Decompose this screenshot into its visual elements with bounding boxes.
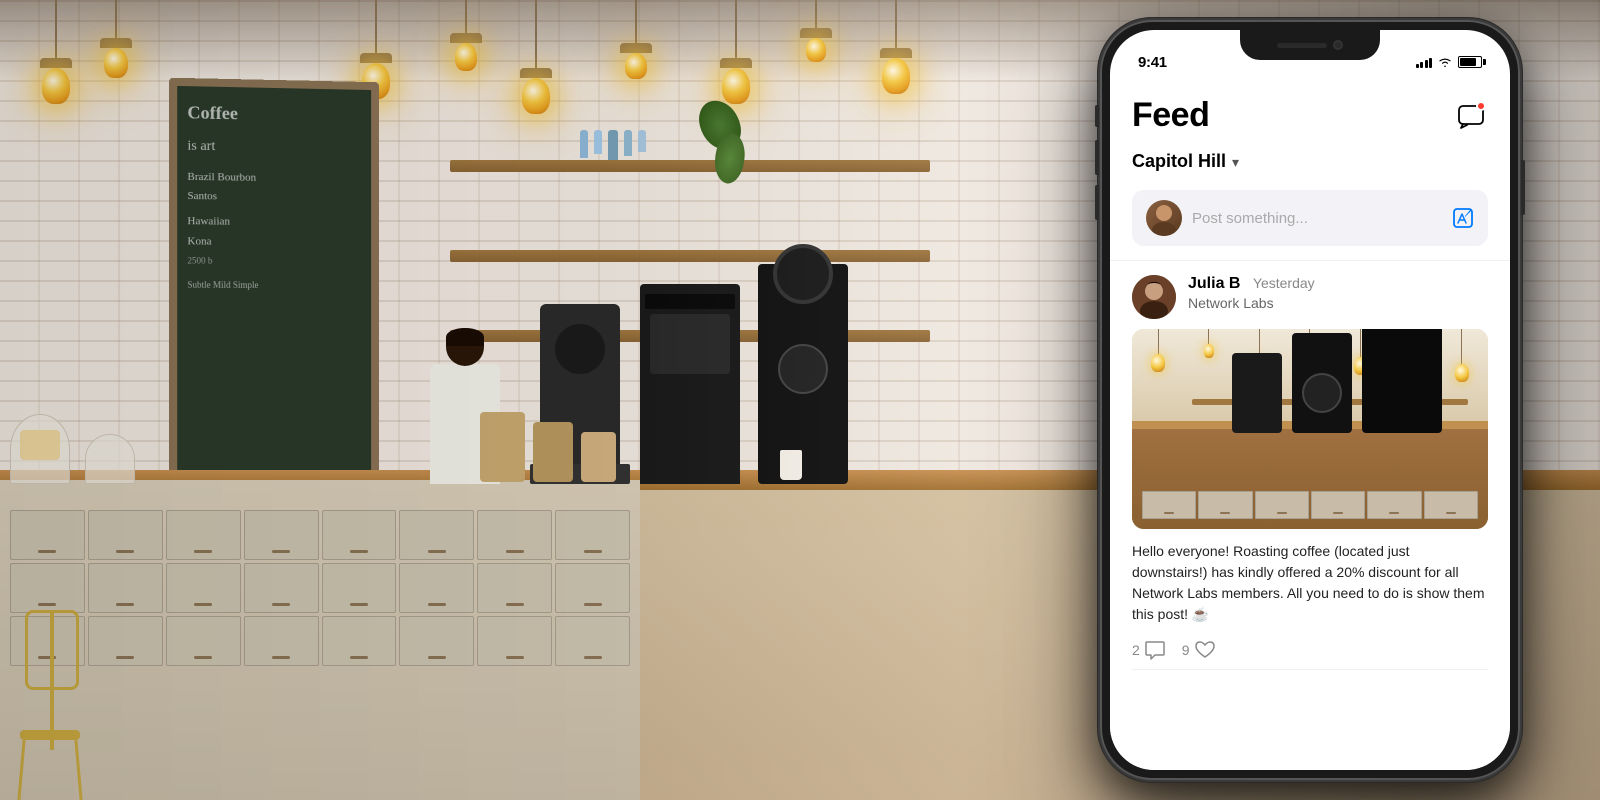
post-caption: Hello everyone! Roasting coffee (located… (1132, 541, 1488, 625)
likes-count: 9 (1182, 642, 1190, 658)
comments-action[interactable]: 2 (1132, 639, 1166, 661)
location-name: Capitol Hill (1132, 151, 1226, 172)
feed-author-line: Julia B Yesterday (1188, 275, 1488, 293)
post-machine-3 (1362, 329, 1442, 433)
avatar-svg (1146, 200, 1182, 236)
location-selector[interactable]: Capitol Hill ▾ (1110, 143, 1510, 184)
notch-speaker (1277, 43, 1327, 48)
post-bar[interactable]: Post something... (1132, 190, 1488, 246)
post-image-inner (1132, 329, 1488, 529)
mini-bulb (1455, 364, 1469, 382)
status-time: 9:41 (1138, 54, 1167, 71)
current-user-avatar (1146, 200, 1182, 236)
chevron-down-icon: ▾ (1232, 154, 1239, 171)
post-actions: 2 9 (1132, 639, 1488, 670)
post-machine-1 (1232, 353, 1282, 433)
feed-author-avatar (1132, 275, 1176, 319)
notch-camera (1333, 40, 1343, 50)
mini-bulb (1151, 354, 1165, 372)
battery-fill (1460, 58, 1476, 66)
post-image (1132, 329, 1488, 529)
signal-bar-2 (1420, 62, 1423, 68)
mini-wire (1158, 329, 1159, 354)
comment-icon (1144, 639, 1166, 661)
heart-icon (1194, 639, 1216, 661)
divider (1110, 260, 1510, 261)
phone-wrapper: 9:41 (1100, 20, 1520, 780)
signal-bars-icon (1416, 56, 1433, 68)
notification-dot (1476, 101, 1486, 111)
likes-action[interactable]: 9 (1182, 639, 1216, 661)
phone-screen: 9:41 (1110, 30, 1510, 770)
compose-icon[interactable] (1452, 207, 1474, 229)
mini-light-7 (1455, 329, 1469, 382)
mini-bulb (1204, 344, 1214, 358)
messages-button[interactable] (1454, 99, 1488, 133)
feed-item: Julia B Yesterday Network Labs (1110, 275, 1510, 670)
volume-down-button[interactable] (1095, 185, 1099, 220)
signal-bar-4 (1429, 58, 1432, 68)
screen-content[interactable]: Feed Capitol Hill ▾ (1110, 84, 1510, 770)
feed-organization: Network Labs (1188, 295, 1488, 311)
app-title: Feed (1132, 96, 1209, 135)
volume-up-button[interactable] (1095, 140, 1099, 175)
post-placeholder[interactable]: Post something... (1192, 210, 1442, 227)
author-avatar-svg (1132, 275, 1176, 319)
mini-light-2 (1204, 329, 1214, 358)
app-header: Feed (1110, 84, 1510, 143)
status-icons (1416, 56, 1483, 68)
feed-author-name: Julia B (1188, 275, 1240, 292)
phone-frame: 9:41 (1100, 20, 1520, 780)
battery-icon (1458, 56, 1482, 68)
signal-bar-3 (1425, 60, 1428, 68)
comments-count: 2 (1132, 642, 1140, 658)
post-drawers (1132, 429, 1488, 529)
mini-wire (1461, 329, 1462, 364)
mute-switch[interactable] (1095, 105, 1099, 127)
notch (1240, 30, 1380, 60)
power-button[interactable] (1521, 160, 1525, 215)
feed-post-time: Yesterday (1253, 275, 1315, 291)
mini-wire (1208, 329, 1209, 344)
post-machine-2 (1292, 333, 1352, 433)
mini-wire (1360, 329, 1361, 357)
wifi-icon (1437, 56, 1453, 68)
signal-bar-1 (1416, 64, 1419, 68)
feed-item-header: Julia B Yesterday Network Labs (1132, 275, 1488, 319)
mini-light-1 (1151, 329, 1165, 372)
feed-meta: Julia B Yesterday Network Labs (1188, 275, 1488, 311)
